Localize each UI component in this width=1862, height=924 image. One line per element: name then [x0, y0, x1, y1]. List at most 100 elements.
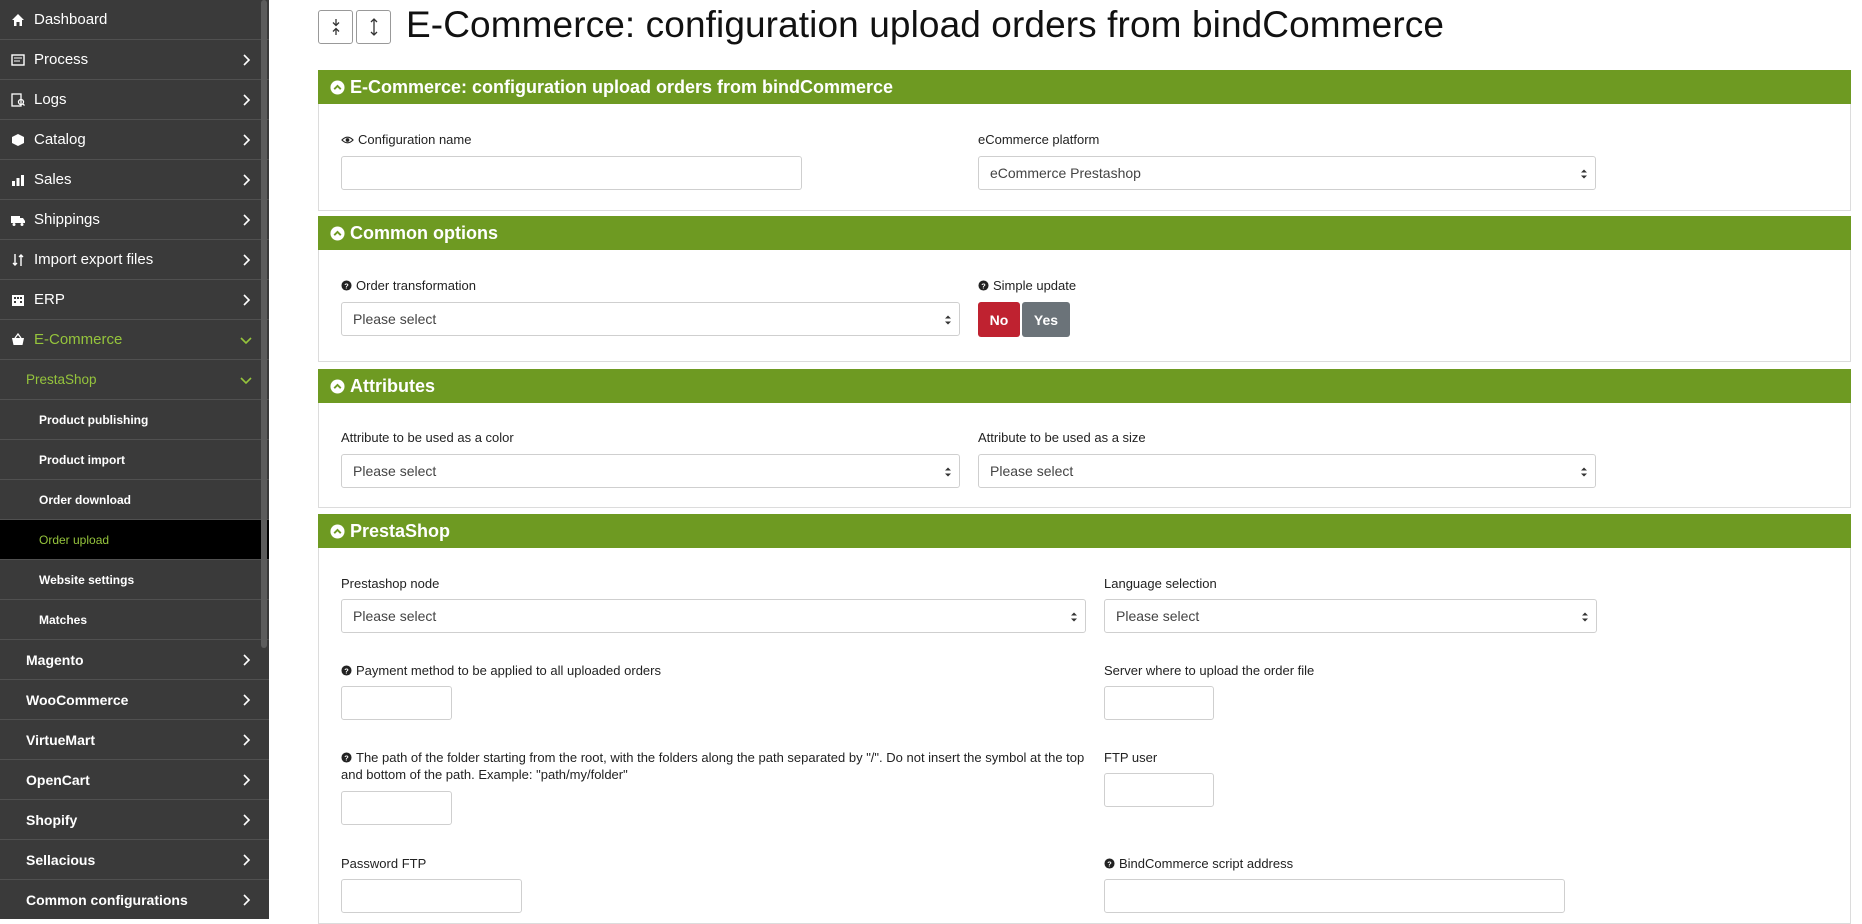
expand-icon: [370, 18, 377, 36]
expand-all-button[interactable]: [356, 10, 391, 44]
attributes-panel: Attributes Attribute to be used as a col…: [318, 369, 1851, 508]
prestashop-node-label: Prestashop node: [341, 576, 440, 591]
sidebar-item-label: PrestaShop: [26, 372, 97, 387]
eye-icon: [341, 136, 354, 143]
sidebar-item-common-configurations[interactable]: Common configurations: [0, 880, 269, 919]
sidebar-subitem-website-settings[interactable]: Website settings: [0, 560, 269, 600]
chevron-right-icon: [243, 94, 251, 106]
simple-update-no-button[interactable]: No: [978, 302, 1020, 337]
question-circle-icon: ?: [341, 280, 352, 291]
basket-icon: [11, 332, 25, 347]
folder-path-label-line2: and bottom of the path. Example: "path/m…: [341, 767, 628, 782]
chevron-right-icon: [243, 894, 251, 906]
sidebar-item-import-export[interactable]: Import export files: [0, 240, 269, 280]
sidebar-subitem-order-download[interactable]: Order download: [0, 480, 269, 520]
sidebar-item-sellacious[interactable]: Sellacious: [0, 840, 269, 880]
chevron-right-icon: [243, 854, 251, 866]
sidebar-item-virtuemart[interactable]: VirtueMart: [0, 720, 269, 760]
sidebar-item-label: Process: [34, 51, 89, 68]
language-selection-select[interactable]: Please select: [1104, 599, 1597, 633]
sidebar-item-label: Import export files: [34, 251, 154, 268]
sidebar-item-magento[interactable]: Magento: [0, 640, 269, 680]
chevron-down-icon: [240, 337, 252, 345]
chevron-right-icon: [243, 54, 251, 66]
server-input[interactable]: [1104, 686, 1214, 720]
script-address-input[interactable]: [1104, 879, 1565, 913]
process-icon: [11, 53, 25, 67]
label-text: Simple update: [993, 278, 1077, 293]
question-circle-icon: ?: [341, 665, 352, 676]
sidebar-subitem-product-import[interactable]: Product import: [0, 440, 269, 480]
folder-path-input[interactable]: [341, 791, 452, 825]
payment-method-input[interactable]: [341, 686, 452, 720]
sidebar-item-sales[interactable]: Sales: [0, 160, 269, 200]
common-options-header[interactable]: Common options: [318, 216, 1851, 250]
sidebar-subitem-product-publishing[interactable]: Product publishing: [0, 400, 269, 440]
chevron-up-circle-icon: [330, 79, 345, 95]
prestashop-header[interactable]: PrestaShop: [318, 514, 1851, 548]
box-icon: [11, 133, 25, 147]
sidebar-item-label: Order upload: [39, 532, 110, 547]
sidebar-item-dashboard[interactable]: Dashboard: [0, 0, 269, 40]
sidebar-item-label: ERP: [34, 291, 65, 308]
sidebar-subitem-order-upload[interactable]: Order upload: [0, 520, 269, 560]
password-ftp-input[interactable]: [341, 879, 522, 913]
chevron-right-icon: [243, 694, 251, 706]
panel-title: PrestaShop: [350, 520, 451, 541]
sidebar-item-catalog[interactable]: Catalog: [0, 120, 269, 160]
sidebar-scrollbar[interactable]: [261, 0, 267, 648]
config-panel-header[interactable]: E-Commerce: configuration upload orders …: [318, 70, 1851, 104]
attributes-header[interactable]: Attributes: [318, 369, 1851, 403]
order-transformation-label: ? Order transformation: [341, 278, 476, 293]
prestashop-node-select[interactable]: Please select: [341, 599, 1086, 633]
sidebar-item-label: Product import: [39, 452, 125, 467]
chevron-right-icon: [243, 294, 251, 306]
chevron-right-icon: [243, 254, 251, 266]
sidebar-item-label: Shopify: [26, 811, 78, 828]
server-label: Server where to upload the order file: [1104, 663, 1315, 678]
panel-title: Common options: [350, 222, 498, 243]
color-attribute-select[interactable]: Please select: [341, 454, 960, 488]
select-value: Please select: [353, 608, 437, 624]
svg-text:?: ?: [344, 666, 349, 675]
ecommerce-platform-select[interactable]: eCommerce Prestashop: [978, 156, 1596, 190]
ftp-user-input[interactable]: [1104, 773, 1214, 807]
sidebar-item-opencart[interactable]: OpenCart: [0, 760, 269, 800]
question-circle-icon: ?: [1104, 858, 1115, 869]
sidebar-item-label: Dashboard: [34, 11, 108, 28]
sidebar-item-label: E-Commerce: [34, 331, 123, 348]
select-arrows-icon: [945, 467, 951, 477]
sidebar-item-prestashop[interactable]: PrestaShop: [0, 360, 269, 400]
chevron-up-circle-icon: [330, 225, 345, 241]
select-arrows-icon: [1581, 467, 1587, 477]
sidebar-item-woocommerce[interactable]: WooCommerce: [0, 680, 269, 720]
sidebar-item-ecommerce[interactable]: E-Commerce: [0, 320, 269, 360]
svg-text:?: ?: [344, 281, 349, 290]
payment-method-label: ? Payment method to be applied to all up…: [341, 663, 661, 678]
sidebar-item-label: Logs: [34, 91, 67, 108]
platform-label: eCommerce platform: [978, 132, 1100, 147]
building-icon: [11, 293, 25, 307]
size-attribute-label: Attribute to be used as a size: [978, 430, 1146, 445]
sidebar-item-shopify[interactable]: Shopify: [0, 800, 269, 840]
configuration-name-input[interactable]: [341, 156, 802, 190]
sidebar-subitem-matches[interactable]: Matches: [0, 600, 269, 640]
sidebar-item-label: Magento: [26, 651, 84, 668]
sidebar-item-logs[interactable]: Logs: [0, 80, 269, 120]
sidebar-item-label: VirtueMart: [26, 731, 95, 748]
config-panel: E-Commerce: configuration upload orders …: [318, 70, 1851, 211]
select-value: Please select: [353, 311, 437, 327]
sidebar-item-shippings[interactable]: Shippings: [0, 200, 269, 240]
sidebar-item-label: Matches: [39, 612, 88, 627]
chevron-right-icon: [243, 734, 251, 746]
logs-icon: [11, 92, 25, 107]
select-value: Please select: [990, 463, 1074, 479]
simple-update-yes-button[interactable]: Yes: [1022, 302, 1070, 337]
order-transformation-select[interactable]: Please select: [341, 302, 960, 336]
sidebar-item-process[interactable]: Process: [0, 40, 269, 80]
collapse-all-button[interactable]: [318, 10, 353, 44]
size-attribute-select[interactable]: Please select: [978, 454, 1596, 488]
password-ftp-label: Password FTP: [341, 856, 427, 871]
sidebar-item-erp[interactable]: ERP: [0, 280, 269, 320]
select-value: Please select: [1116, 608, 1200, 624]
